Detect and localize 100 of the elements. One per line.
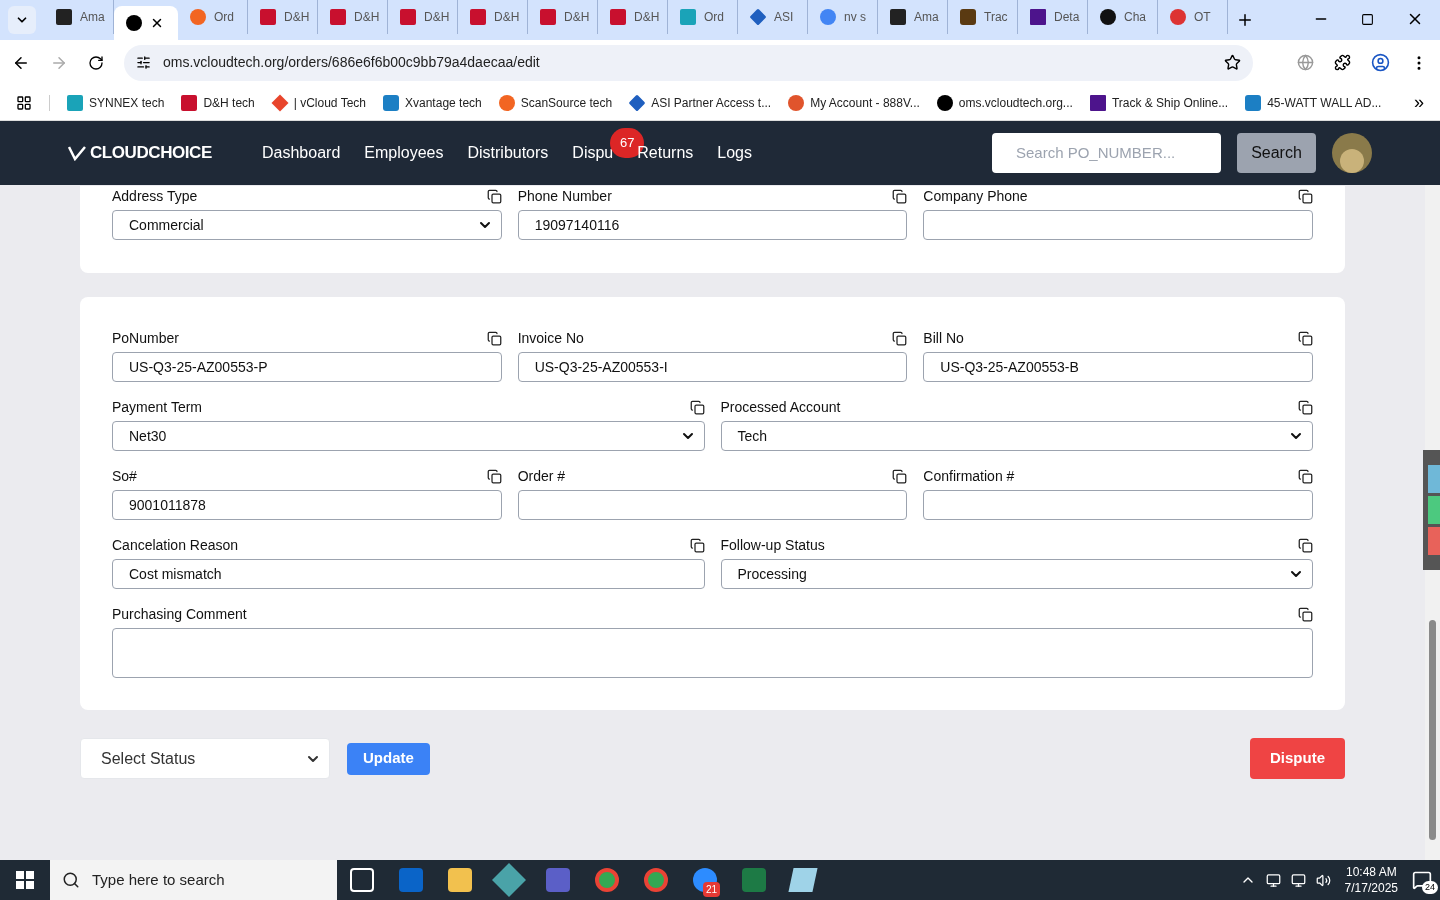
input-field[interactable]: 19097140116 <box>517 210 908 240</box>
browser-tab[interactable]: OT <box>1158 0 1228 34</box>
browser-tab[interactable]: D&H <box>598 0 668 34</box>
taskbar-search-field[interactable]: Type here to search <box>50 860 337 900</box>
favicon-icon <box>330 9 346 25</box>
field-label: Invoice No <box>517 328 584 348</box>
bookmark-link[interactable]: SYNNEX tech <box>67 93 165 112</box>
bookmark-link[interactable]: D&H tech <box>181 93 255 112</box>
bookmark-link[interactable]: 45-WATT WALL AD... <box>1245 93 1382 112</box>
field-label: Processed Account <box>720 397 841 417</box>
input-field[interactable]: Cost mismatch <box>112 559 705 589</box>
nav-link[interactable]: Logs <box>717 144 752 161</box>
close-icon[interactable] <box>150 16 164 30</box>
clock[interactable]: 10:48 AM 7/17/2025 <box>1344 864 1398 896</box>
tab-title: D&H <box>564 9 590 26</box>
bookmark-link[interactable]: | vCloud Tech <box>271 93 366 112</box>
start-icon[interactable] <box>16 871 34 889</box>
dispute-button[interactable]: Dispute <box>1250 738 1345 779</box>
browser-tab[interactable]: D&H <box>388 0 458 34</box>
browser-tab[interactable]: Cha <box>1088 0 1158 34</box>
copy-icon[interactable] <box>1298 468 1313 484</box>
more-bookmarks-button[interactable]: » <box>1414 89 1424 116</box>
browser-tab[interactable]: Ord <box>178 0 248 34</box>
browser-tab[interactable] <box>114 6 178 40</box>
bookmark-link[interactable]: My Account - 888V... <box>788 93 920 112</box>
bookmark-link[interactable]: Track & Ship Online... <box>1089 93 1229 112</box>
side-widget[interactable] <box>1423 450 1440 570</box>
address-bar[interactable]: oms.vcloudtech.org/orders/686e6f6b00c9bb79a4daecaa/edit <box>124 44 1253 81</box>
input-field[interactable] <box>923 210 1313 240</box>
input-field[interactable] <box>517 490 908 520</box>
scrollbar-thumb[interactable] <box>1429 620 1436 840</box>
browser-tab[interactable]: nv s <box>808 0 878 34</box>
nav-link[interactable]: Returns <box>637 144 694 161</box>
copy-icon[interactable] <box>486 188 502 204</box>
nav-link[interactable]: Dashboard <box>262 144 341 161</box>
bookmark-link[interactable]: ScanSource tech <box>498 93 613 112</box>
browser-tab[interactable]: Deta <box>1018 0 1088 34</box>
input-field[interactable]: US-Q3-25-AZ00553-P <box>112 352 502 382</box>
browser-tab[interactable]: D&H <box>528 0 598 34</box>
bookmark-star-icon[interactable] <box>1224 54 1241 71</box>
copy-icon[interactable] <box>892 468 908 484</box>
browser-tab[interactable]: ASI <box>738 0 808 34</box>
update-button[interactable]: Update <box>347 742 430 775</box>
status-select[interactable]: Select Status <box>80 738 330 779</box>
select-field[interactable]: Processing <box>720 559 1313 589</box>
avatar[interactable] <box>1332 133 1372 173</box>
copy-icon[interactable] <box>1298 606 1313 622</box>
input-field[interactable]: US-Q3-25-AZ00553-B <box>923 352 1313 382</box>
bookmark-link[interactable]: Xvantage tech <box>383 93 482 112</box>
select-field[interactable]: Tech <box>720 421 1313 451</box>
select-field[interactable]: Commercial <box>112 210 502 240</box>
favicon-icon <box>1170 9 1186 25</box>
copy-icon[interactable] <box>486 468 502 484</box>
copy-icon[interactable] <box>689 399 705 415</box>
tab-list-button[interactable] <box>8 6 36 34</box>
favicon-icon <box>610 9 626 25</box>
browser-tab[interactable]: D&H <box>248 0 318 34</box>
profile-icon[interactable] <box>1371 53 1390 72</box>
bookmark-link[interactable]: oms.vcloudtech.org... <box>936 93 1073 112</box>
copy-icon[interactable] <box>1298 330 1313 346</box>
input-field[interactable] <box>923 490 1313 520</box>
globe-icon[interactable] <box>1297 54 1314 71</box>
copy-icon[interactable] <box>892 330 908 346</box>
nav-link[interactable]: Distributors <box>467 144 549 161</box>
new-tab-icon[interactable] <box>1236 11 1254 29</box>
copy-icon[interactable] <box>486 330 502 346</box>
tab-title: OT <box>1194 9 1211 26</box>
nav-link[interactable]: Employees <box>364 144 444 161</box>
browser-tab[interactable]: Ama <box>44 0 114 34</box>
copy-icon[interactable] <box>1298 188 1313 204</box>
logo-icon <box>68 145 86 161</box>
copy-icon[interactable] <box>892 188 908 204</box>
select-field[interactable]: Net30 <box>112 421 705 451</box>
site-info-icon[interactable] <box>136 55 151 70</box>
volume-icon[interactable] <box>1315 872 1331 888</box>
input-field[interactable]: US-Q3-25-AZ00553-I <box>517 352 908 382</box>
bookmark-link[interactable]: ASI Partner Access t... <box>629 93 772 112</box>
tab-title: ASI <box>774 9 794 26</box>
extensions-icon[interactable] <box>1334 54 1351 71</box>
favicon-icon <box>470 9 486 25</box>
field-label: Order # <box>517 466 566 486</box>
browser-tab[interactable]: Trac <box>948 0 1018 34</box>
apps-icon[interactable] <box>16 94 32 111</box>
copy-icon[interactable] <box>1298 399 1313 415</box>
browser-tab[interactable]: Ord <box>668 0 738 34</box>
scrollbar[interactable] <box>1425 185 1440 860</box>
browser-tab[interactable]: D&H <box>318 0 388 34</box>
browser-tab[interactable]: D&H <box>458 0 528 34</box>
reload-icon[interactable] <box>88 54 104 71</box>
restore-icon[interactable] <box>1361 12 1374 26</box>
input-field[interactable]: 9001011878 <box>112 490 502 520</box>
favicon-icon <box>820 9 836 25</box>
copy-icon[interactable] <box>1298 537 1313 553</box>
field-label: PoNumber <box>112 328 179 348</box>
copy-icon[interactable] <box>689 537 705 553</box>
favicon-icon <box>190 9 206 25</box>
tab-title: D&H <box>494 9 520 26</box>
browser-tab[interactable]: Ama <box>878 0 948 34</box>
search-button[interactable]: Search <box>1237 133 1316 173</box>
nav-link[interactable]: Dispu <box>572 144 614 161</box>
